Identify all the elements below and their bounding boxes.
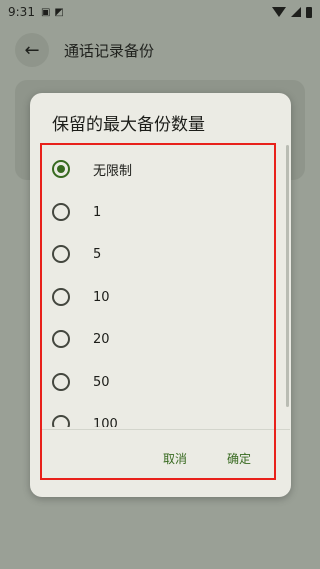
option-label: 1 xyxy=(93,204,102,220)
status-bar: 9:31 ▣ ◩ xyxy=(0,0,320,24)
wifi-icon xyxy=(272,7,286,17)
option-unlimited[interactable]: 无限制 xyxy=(30,148,285,190)
radio-unchecked-icon[interactable] xyxy=(52,330,70,348)
dialog-title: 保留的最大备份数量 xyxy=(52,115,205,135)
radio-unchecked-icon[interactable] xyxy=(52,415,70,427)
option-50[interactable]: 50 xyxy=(30,361,285,403)
radio-unchecked-icon[interactable] xyxy=(52,288,70,306)
option-1[interactable]: 1 xyxy=(30,191,285,233)
scrollbar[interactable] xyxy=(286,145,289,407)
app-bar: ← 通话记录备份 xyxy=(0,30,320,70)
status-time: 9:31 xyxy=(8,5,35,19)
cancel-button[interactable]: 取消 xyxy=(163,450,187,467)
a-notification-icon: ◩ xyxy=(54,6,64,18)
option-10[interactable]: 10 xyxy=(30,276,285,318)
option-100[interactable]: 100 xyxy=(30,403,285,427)
signal-icon xyxy=(291,7,301,17)
divider xyxy=(42,429,290,430)
radio-unchecked-icon[interactable] xyxy=(52,203,70,221)
radio-unchecked-icon[interactable] xyxy=(52,373,70,391)
option-5[interactable]: 5 xyxy=(30,233,285,275)
radio-checked-icon[interactable] xyxy=(52,160,70,178)
ok-button[interactable]: 确定 xyxy=(227,450,251,467)
battery-icon xyxy=(306,6,312,18)
max-backups-dialog: 保留的最大备份数量 无限制 1 5 10 20 50 100 取消 确定 xyxy=(30,93,291,497)
image-icon: ▣ xyxy=(40,6,51,18)
radio-unchecked-icon[interactable] xyxy=(52,245,70,263)
page-title: 通话记录备份 xyxy=(64,41,155,60)
option-label: 5 xyxy=(93,246,102,262)
option-label: 50 xyxy=(93,374,110,390)
option-label: 10 xyxy=(93,289,110,305)
options-list[interactable]: 无限制 1 5 10 20 50 100 xyxy=(30,145,291,427)
option-label: 100 xyxy=(93,416,118,428)
back-button[interactable]: ← xyxy=(15,33,49,67)
option-label: 无限制 xyxy=(93,163,133,179)
arrow-back-icon: ← xyxy=(24,39,40,61)
option-20[interactable]: 20 xyxy=(30,318,285,360)
option-label: 20 xyxy=(93,331,110,347)
